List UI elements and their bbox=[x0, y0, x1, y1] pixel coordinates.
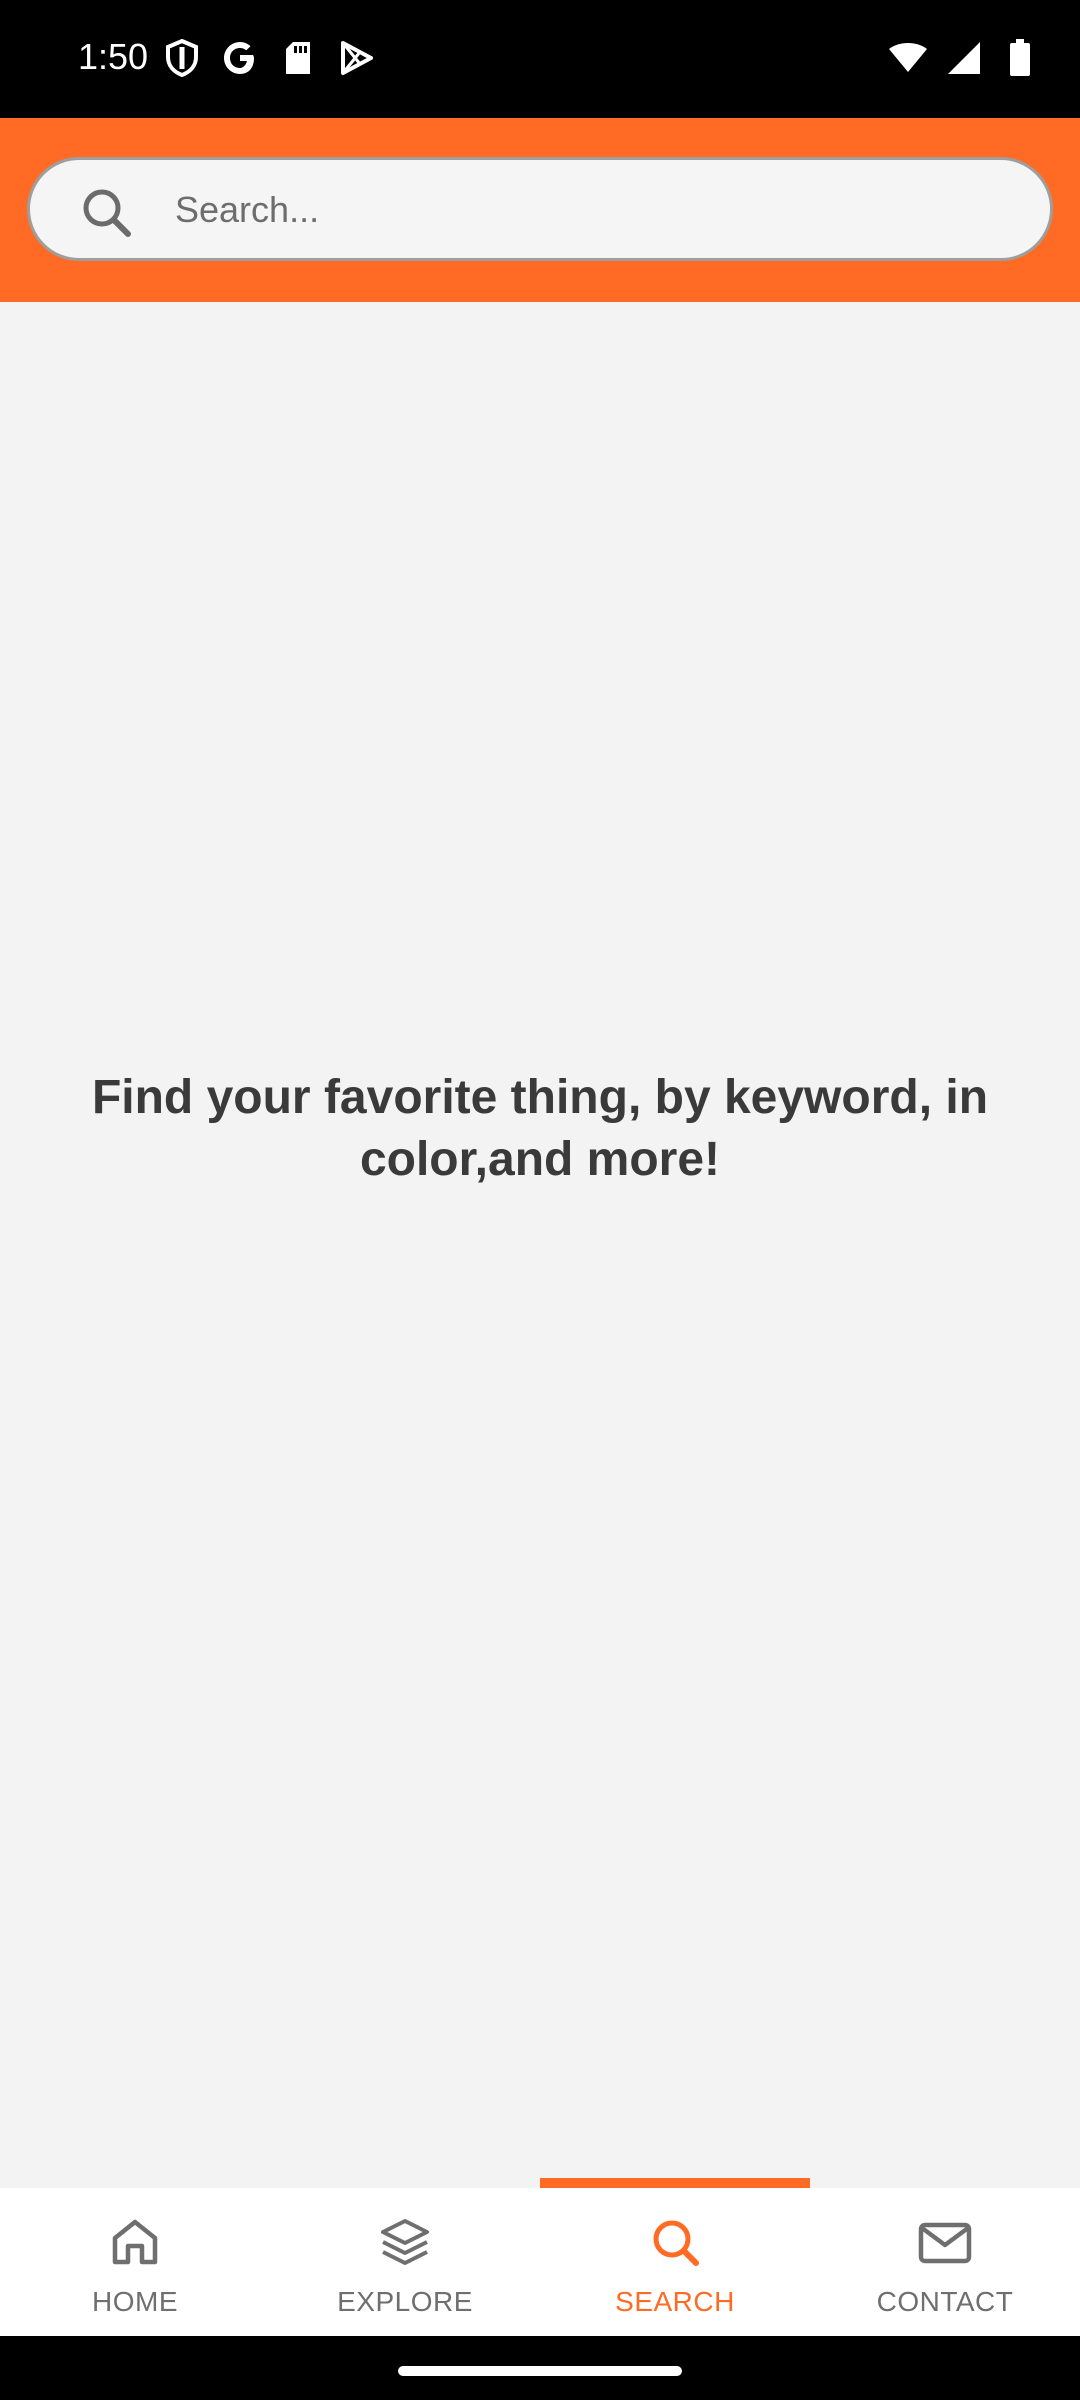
search-icon bbox=[645, 2212, 705, 2272]
nav-label-contact: CONTACT bbox=[876, 2286, 1014, 2317]
layers-icon bbox=[375, 2212, 435, 2272]
search-results-area: Find your favorite thing, by keyword, in… bbox=[0, 302, 1080, 2185]
search-input[interactable] bbox=[175, 178, 1015, 242]
sd-card-icon bbox=[278, 38, 318, 78]
home-gesture-handle[interactable] bbox=[398, 2366, 682, 2376]
play-store-icon bbox=[336, 38, 376, 78]
empty-state-message: Find your favorite thing, by keyword, in… bbox=[91, 1071, 989, 1186]
status-icons-left bbox=[162, 38, 376, 78]
wifi-icon bbox=[888, 38, 928, 78]
google-icon bbox=[220, 38, 260, 78]
mail-icon bbox=[915, 2212, 975, 2272]
active-tab-indicator bbox=[540, 2178, 810, 2188]
nav-item-explore[interactable]: EXPLORE bbox=[270, 2188, 540, 2336]
home-icon bbox=[105, 2212, 165, 2272]
nav-item-contact[interactable]: CONTACT bbox=[810, 2188, 1080, 2336]
nav-label-explore: EXPLORE bbox=[337, 2286, 473, 2317]
status-time: 1:50 bbox=[78, 36, 149, 77]
status-icons-right bbox=[888, 38, 1040, 78]
battery-icon bbox=[1000, 38, 1040, 78]
system-gesture-bar bbox=[0, 2336, 1080, 2400]
nav-label-home: HOME bbox=[92, 2286, 178, 2317]
status-bar: 1:50 bbox=[0, 0, 1080, 118]
shield-icon bbox=[162, 38, 202, 78]
cellular-signal-icon bbox=[944, 38, 984, 78]
search-icon bbox=[80, 186, 134, 240]
app-header bbox=[0, 118, 1080, 302]
nav-label-search: SEARCH bbox=[615, 2286, 735, 2317]
nav-item-home[interactable]: HOME bbox=[0, 2188, 270, 2336]
nav-item-search[interactable]: SEARCH bbox=[540, 2188, 810, 2336]
search-bar[interactable] bbox=[27, 157, 1053, 261]
bottom-navigation: HOME EXPLORE SEARCH CONTACT bbox=[0, 2188, 1080, 2336]
